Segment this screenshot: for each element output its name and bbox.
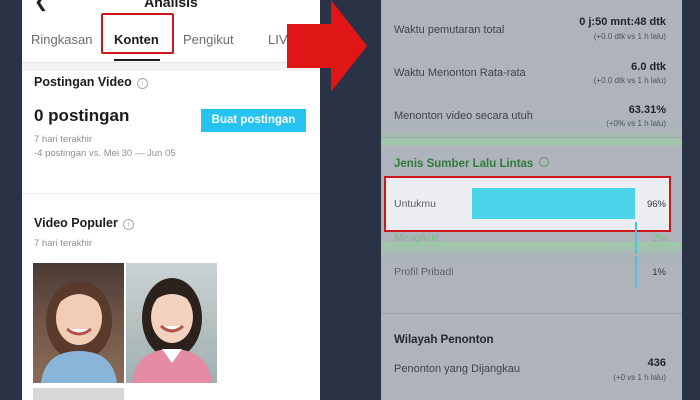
source-label: Untukmu <box>394 198 437 210</box>
source-bar <box>635 222 637 254</box>
video-thumbnail[interactable] <box>126 263 217 383</box>
metric-label: Waktu Menonton Rata-rata <box>394 67 526 79</box>
metric-value: 0 j:50 mnt:48 dtk <box>579 16 666 28</box>
source-bar <box>635 256 637 288</box>
tab-highlight-box <box>101 13 174 54</box>
section-divider <box>381 137 682 138</box>
traffic-source-title: Jenis Sumber Lalu Lintas <box>394 157 550 170</box>
info-icon[interactable] <box>539 157 550 167</box>
info-icon[interactable]: i <box>122 219 134 230</box>
video-thumbnail[interactable] <box>33 263 124 383</box>
metric-change: (+0.0 dtk vs 1 h lalu) <box>593 32 666 41</box>
posts-section-title: Postingan Video i <box>34 75 148 89</box>
posts-period: 7 hari terakhir <box>34 134 93 145</box>
metric-label: Waktu pemutaran total <box>394 24 505 36</box>
info-icon[interactable]: i <box>136 78 148 89</box>
reach-value: 436 <box>647 357 666 369</box>
traffic-source-title-text: Jenis Sumber Lalu Lintas <box>394 158 534 170</box>
person-photo <box>132 278 212 383</box>
reach-change: (+0 vs 1 h lalu) <box>613 373 666 382</box>
section-divider <box>22 193 320 194</box>
posts-section-title-text: Postingan Video <box>34 75 132 89</box>
source-label: Mengikuti <box>394 232 439 244</box>
analytics-detail-screen: Waktu pemutaran total 0 j:50 mnt:48 dtk … <box>381 0 682 400</box>
metric-value: 6.0 dtk <box>631 61 666 73</box>
tab-live[interactable]: LIV <box>268 32 288 47</box>
source-percent: 2% <box>652 233 666 244</box>
popular-section-title-text: Video Populer <box>34 216 118 230</box>
metric-label: Menonton video secara utuh <box>394 110 533 122</box>
source-label: Profil Pribadi <box>394 266 454 278</box>
analytics-content-screen: ❮ Analisis Ringkasan Konten Pengikut LIV… <box>22 0 320 400</box>
active-tab-indicator <box>114 59 160 61</box>
metric-value: 63.31% <box>628 104 666 116</box>
video-thumbnail[interactable] <box>33 388 124 400</box>
create-post-button[interactable]: Buat postingan <box>201 109 306 132</box>
page-title: Analisis <box>144 0 198 10</box>
posts-comparison: -4 postingan vs. Mei 30 — Jun 05 <box>34 148 176 159</box>
screenshot-canvas: ❮ Analisis Ringkasan Konten Pengikut LIV… <box>0 0 700 400</box>
source-percent: 1% <box>652 267 666 278</box>
reach-label: Penonton yang Dijangkau <box>394 363 520 375</box>
popular-section-title: Video Populer i <box>34 216 134 230</box>
region-title: Wilayah Penonton <box>394 334 494 346</box>
metric-change: (+0% vs 1 h lalu) <box>606 119 666 128</box>
source-percent: 96% <box>646 199 666 210</box>
red-arrow-icon <box>287 0 367 92</box>
metric-change: (+0.0 dtk vs 1 h lalu) <box>593 76 666 85</box>
popular-period: 7 hari terakhir <box>34 238 93 249</box>
person-photo <box>41 281 117 383</box>
tab-pengikut[interactable]: Pengikut <box>183 32 234 47</box>
posts-count: 0 postingan <box>34 106 130 125</box>
section-divider <box>22 63 320 71</box>
source-bar <box>472 188 635 219</box>
section-divider <box>381 313 682 314</box>
tab-ringkasan[interactable]: Ringkasan <box>31 32 92 47</box>
